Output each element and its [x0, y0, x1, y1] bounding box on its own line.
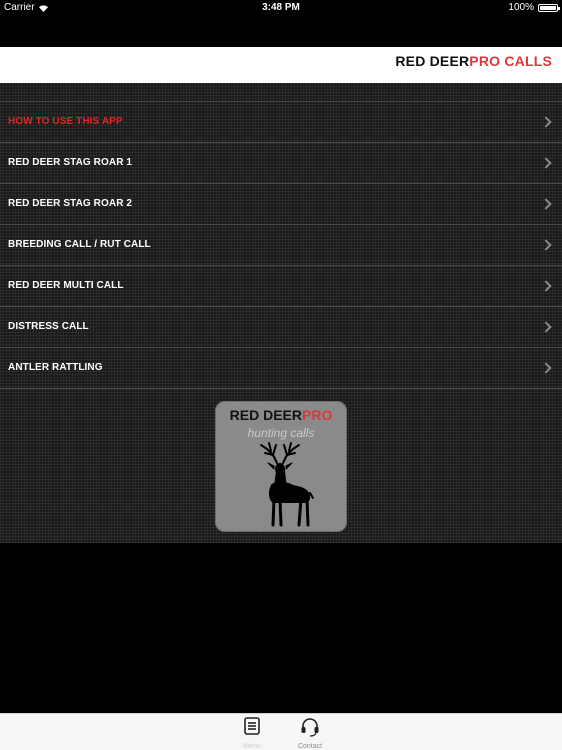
battery-percent: 100% [508, 2, 534, 13]
tab-bar: Menu Contact [0, 713, 562, 750]
logo-title-part1: RED DEER [229, 407, 302, 423]
menu-item-stag-roar-2[interactable]: RED DEER STAG ROAR 2 [0, 184, 562, 225]
chevron-right-icon [540, 280, 552, 292]
page-title: RED DEERPRO CALLS [395, 47, 552, 83]
menu-item-stag-roar-1[interactable]: RED DEER STAG ROAR 1 [0, 143, 562, 184]
chevron-right-icon [540, 321, 552, 333]
status-bar: Carrier 3:48 PM 100% [0, 0, 562, 16]
deer-silhouette-icon [260, 442, 314, 527]
tab-label: Menu [243, 743, 261, 750]
menu-item-label: DISTRESS CALL [8, 321, 89, 332]
content-area: HOW TO USE THIS APP RED DEER STAG ROAR 1… [0, 83, 562, 543]
menu-item-label: HOW TO USE THIS APP [8, 116, 123, 127]
menu-item-breeding-call[interactable]: BREEDING CALL / RUT CALL [0, 225, 562, 266]
header-bar: RED DEERPRO CALLS [0, 47, 562, 83]
chevron-right-icon [540, 362, 552, 374]
menu-item-label: ANTLER RATTLING [8, 362, 103, 373]
tab-contact[interactable]: Contact [280, 714, 340, 750]
page-title-part2: PRO CALLS [469, 53, 552, 69]
chevron-right-icon [540, 116, 552, 128]
menu-item-label: BREEDING CALL / RUT CALL [8, 239, 151, 250]
tab-label: Contact [297, 743, 323, 750]
menu-list-icon [244, 717, 260, 735]
tab-menu[interactable]: Menu [222, 714, 282, 750]
menu-item-distress-call[interactable]: DISTRESS CALL [0, 307, 562, 348]
menu-item-how-to-use[interactable]: HOW TO USE THIS APP [0, 102, 562, 143]
logo-subtitle: hunting calls [247, 426, 315, 440]
chevron-right-icon [540, 239, 552, 251]
menu-item-antler-rattling[interactable]: ANTLER RATTLING [0, 348, 562, 389]
page-title-part1: RED DEER [395, 53, 470, 69]
logo-title-part2: PRO [302, 407, 333, 423]
logo-title: RED DEERPRO [215, 407, 347, 423]
menu-list: HOW TO USE THIS APP RED DEER STAG ROAR 1… [0, 101, 562, 389]
app-screen: Carrier 3:48 PM 100% RED DEERPRO CALLS H… [0, 0, 562, 750]
app-logo: RED DEERPRO hunting calls [215, 401, 347, 532]
battery-icon [538, 4, 560, 12]
menu-item-label: RED DEER STAG ROAR 1 [8, 157, 133, 168]
chevron-right-icon [540, 198, 552, 210]
status-right: 100% [508, 0, 560, 16]
menu-item-label: RED DEER MULTI CALL [8, 280, 124, 291]
status-time: 3:48 PM [262, 2, 300, 13]
menu-item-multi-call[interactable]: RED DEER MULTI CALL [0, 266, 562, 307]
chevron-right-icon [540, 157, 552, 169]
headset-icon [301, 718, 319, 737]
battery-fill [540, 6, 556, 10]
menu-item-label: RED DEER STAG ROAR 2 [8, 198, 133, 209]
